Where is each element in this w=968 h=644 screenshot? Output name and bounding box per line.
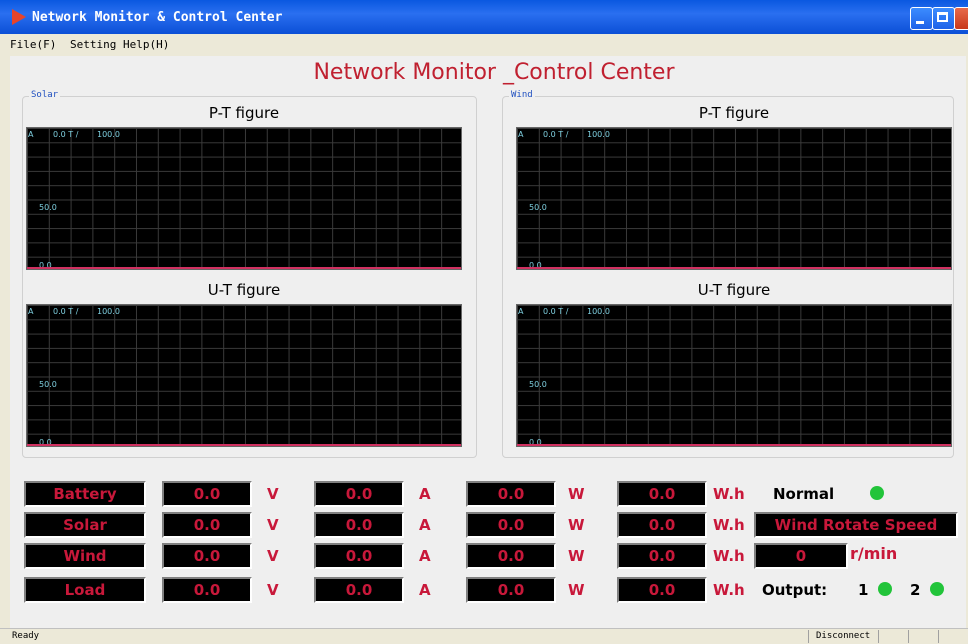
load-energy: 0.0	[617, 577, 707, 603]
wind-label: Wind	[24, 543, 146, 569]
battery-power: 0.0	[466, 481, 556, 507]
solar-label: Solar	[24, 512, 146, 538]
unit-w: W	[568, 547, 585, 565]
wind-ut-plot: A 0.0 T / 100.0 50.0 0.0	[516, 304, 952, 447]
wind-pt-title: P-T figure	[698, 104, 770, 122]
plot-line	[27, 444, 461, 446]
unit-wh: W.h	[713, 581, 745, 599]
status-divider	[908, 630, 909, 643]
wind-voltage: 0.0	[162, 543, 252, 569]
wind-ut-title: U-T figure	[697, 281, 771, 299]
status-bar: Ready Disconnect	[0, 628, 968, 644]
status-divider	[808, 630, 809, 643]
minimize-button[interactable]	[910, 7, 933, 30]
normal-indicator	[870, 486, 884, 500]
plot-axis-label: A	[28, 130, 34, 139]
unit-a: A	[419, 547, 431, 565]
wind-power: 0.0	[466, 543, 556, 569]
unit-w: W	[568, 581, 585, 599]
wind-current: 0.0	[314, 543, 404, 569]
output-2-indicator	[930, 582, 944, 596]
window-title: Network Monitor & Control Center	[32, 10, 283, 25]
wind-speed-label: Wind Rotate Speed	[754, 512, 958, 538]
title-bar: Network Monitor & Control Center	[0, 0, 968, 34]
battery-current: 0.0	[314, 481, 404, 507]
unit-wh: W.h	[713, 485, 745, 503]
normal-status-label: Normal	[773, 485, 835, 503]
load-label: Load	[24, 577, 146, 603]
solar-ut-title: U-T figure	[207, 281, 281, 299]
solar-pt-plot: A 0.0 T / 100.0 50.0 0.0	[26, 127, 462, 270]
menu-setting[interactable]: Setting	[70, 38, 116, 51]
solar-energy: 0.0	[617, 512, 707, 538]
solar-voltage: 0.0	[162, 512, 252, 538]
maximize-button[interactable]	[932, 7, 955, 30]
close-button[interactable]	[954, 7, 968, 30]
plot-time-label: 0.0 T /	[543, 130, 569, 139]
wind-group-label: Wind	[509, 90, 535, 100]
page-title: Network Monitor _Control Center	[313, 60, 675, 85]
unit-a: A	[419, 516, 431, 534]
wind-pt-plot: A 0.0 T / 100.0 50.0 0.0	[516, 127, 952, 270]
status-ready: Ready	[12, 631, 40, 641]
plot-max-label: 100.0	[587, 307, 610, 316]
menu-bar: File(F) Setting Help(H)	[0, 34, 968, 54]
menu-file[interactable]: File(F)	[10, 38, 56, 51]
load-current: 0.0	[314, 577, 404, 603]
unit-w: W	[568, 485, 585, 503]
solar-group-label: Solar	[29, 90, 61, 100]
load-voltage: 0.0	[162, 577, 252, 603]
unit-v: V	[267, 547, 279, 565]
plot-max-label: 100.0	[97, 307, 120, 316]
output-1-indicator	[878, 582, 892, 596]
unit-a: A	[419, 581, 431, 599]
solar-pt-title: P-T figure	[208, 104, 280, 122]
plot-mid-label: 50.0	[39, 380, 57, 389]
plot-mid-label: 50.0	[39, 203, 57, 212]
battery-voltage: 0.0	[162, 481, 252, 507]
plot-line	[27, 267, 461, 269]
plot-max-label: 100.0	[97, 130, 120, 139]
battery-label: Battery	[24, 481, 146, 507]
wind-energy: 0.0	[617, 543, 707, 569]
plot-axis-label: A	[28, 307, 34, 316]
solar-current: 0.0	[314, 512, 404, 538]
solar-ut-plot: A 0.0 T / 100.0 50.0 0.0	[26, 304, 462, 447]
status-divider	[938, 630, 939, 643]
plot-time-label: 0.0 T /	[543, 307, 569, 316]
plot-line	[517, 444, 951, 446]
plot-mid-label: 50.0	[529, 380, 547, 389]
load-power: 0.0	[466, 577, 556, 603]
unit-v: V	[267, 581, 279, 599]
menu-help[interactable]: Help(H)	[123, 38, 169, 51]
plot-axis-label: A	[518, 307, 524, 316]
unit-v: V	[267, 485, 279, 503]
app-icon	[12, 9, 26, 25]
unit-w: W	[568, 516, 585, 534]
output-2-label: 2	[910, 581, 921, 599]
unit-v: V	[267, 516, 279, 534]
plot-mid-label: 50.0	[529, 203, 547, 212]
output-1-label: 1	[858, 581, 869, 599]
unit-wh: W.h	[713, 516, 745, 534]
unit-a: A	[419, 485, 431, 503]
rpm-unit: r/min	[850, 544, 898, 563]
plot-max-label: 100.0	[587, 130, 610, 139]
plot-time-label: 0.0 T /	[53, 307, 79, 316]
status-divider	[878, 630, 879, 643]
status-connection: Disconnect	[816, 631, 871, 641]
plot-line	[517, 267, 951, 269]
unit-wh: W.h	[713, 547, 745, 565]
battery-energy: 0.0	[617, 481, 707, 507]
output-label: Output:	[762, 581, 828, 599]
plot-time-label: 0.0 T /	[53, 130, 79, 139]
solar-power: 0.0	[466, 512, 556, 538]
plot-axis-label: A	[518, 130, 524, 139]
wind-speed-value: 0	[754, 543, 848, 569]
